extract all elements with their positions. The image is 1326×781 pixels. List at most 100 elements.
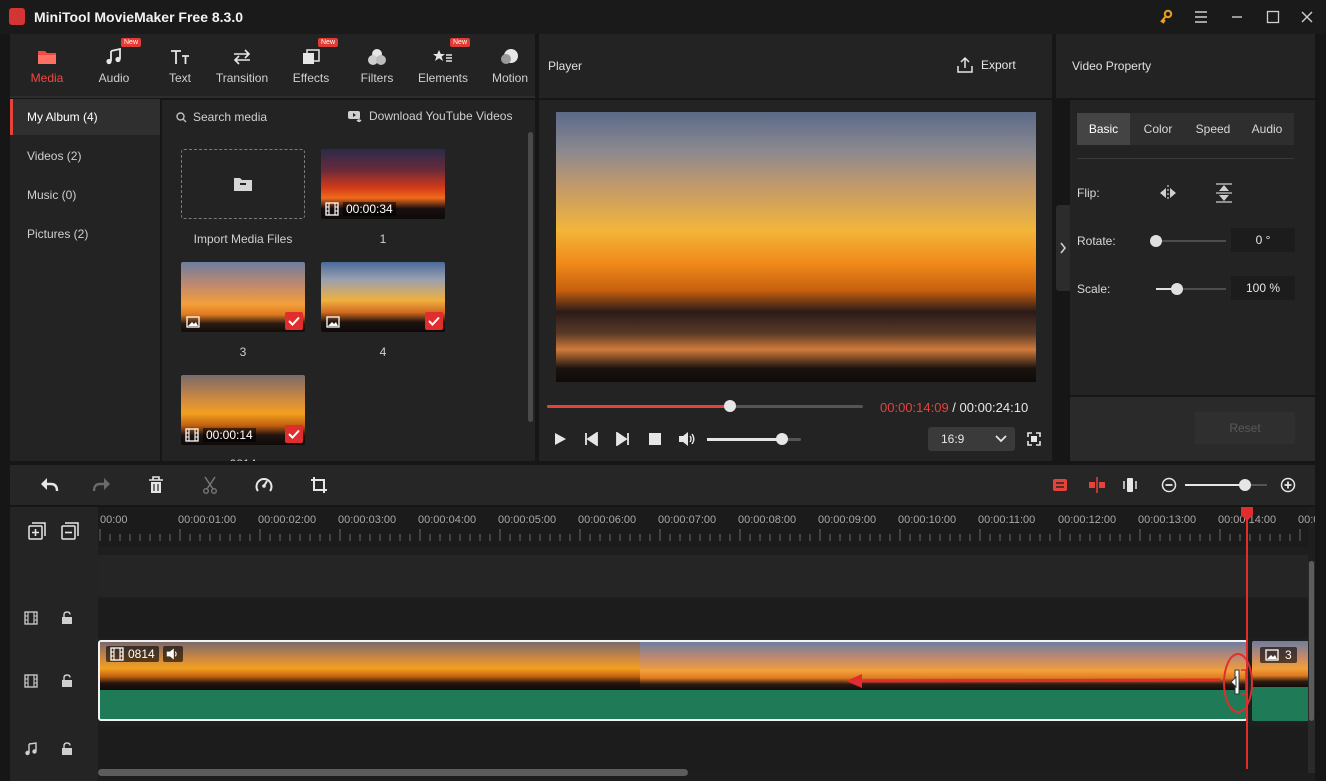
import-media-button[interactable] bbox=[181, 149, 305, 219]
search-media[interactable]: Search media bbox=[176, 110, 267, 124]
minimize-icon[interactable] bbox=[1225, 6, 1249, 28]
stop-button[interactable] bbox=[649, 433, 661, 445]
flip-vertical-button[interactable] bbox=[1212, 182, 1236, 204]
redo-button[interactable] bbox=[92, 476, 112, 494]
progress-track[interactable] bbox=[547, 400, 863, 412]
property-footer: Reset bbox=[1070, 397, 1315, 461]
player-header: Player Export bbox=[539, 34, 1052, 98]
reset-button[interactable]: Reset bbox=[1195, 412, 1295, 444]
duration-badge: 00:00:14 bbox=[185, 428, 256, 442]
scale-value[interactable]: 100 % bbox=[1231, 276, 1295, 300]
media-item-4[interactable] bbox=[321, 262, 445, 332]
ruler-label: 00:00:08:00 bbox=[738, 514, 797, 526]
sidebar-item-videos[interactable]: Videos (2) bbox=[10, 138, 160, 174]
ruler-label: 00:00:02:00 bbox=[258, 514, 317, 526]
media-item-label: 3 bbox=[239, 345, 247, 359]
export-button[interactable]: Export bbox=[957, 56, 1016, 73]
tab-motion-label: Motion bbox=[491, 71, 529, 85]
image-clip-3[interactable]: 3 bbox=[1252, 641, 1312, 721]
rotate-value[interactable]: 0 ° bbox=[1231, 228, 1295, 252]
tab-speed[interactable]: Speed bbox=[1186, 113, 1240, 145]
sidebar-item-label: My Album (4) bbox=[27, 110, 98, 124]
play-button[interactable] bbox=[553, 432, 567, 446]
zoom-slider[interactable] bbox=[1185, 479, 1267, 491]
crop-button[interactable] bbox=[310, 476, 328, 494]
sidebar-item-pictures[interactable]: Pictures (2) bbox=[10, 216, 160, 252]
download-youtube-button[interactable]: Download YouTube Videos bbox=[348, 109, 512, 123]
split-marker-button[interactable] bbox=[1088, 476, 1106, 494]
tab-media[interactable]: Media bbox=[14, 34, 80, 98]
media-scrollbar[interactable] bbox=[528, 132, 533, 422]
previous-frame-button[interactable] bbox=[584, 432, 598, 446]
maximize-icon[interactable] bbox=[1261, 6, 1285, 28]
fit-timeline-button[interactable] bbox=[1122, 476, 1138, 494]
time-ruler[interactable]: 00:00 00:00:01:00 00:00:02:00 00:00:03:00 00… bbox=[98, 507, 1315, 547]
scale-slider[interactable] bbox=[1156, 283, 1226, 295]
media-item-0814[interactable]: 00:00:14 bbox=[181, 375, 305, 445]
scale-handle[interactable] bbox=[1171, 283, 1183, 295]
volume-handle[interactable] bbox=[776, 433, 789, 445]
media-item-3[interactable] bbox=[181, 262, 305, 332]
tab-transition[interactable]: Transition bbox=[209, 34, 275, 98]
clip-audio-badge[interactable] bbox=[162, 646, 183, 662]
tab-audio[interactable]: New Audio bbox=[81, 34, 147, 98]
drag-arrow-annotation bbox=[846, 674, 1221, 688]
tab-elements[interactable]: New Elements bbox=[410, 34, 476, 98]
tab-filters[interactable]: Filters bbox=[344, 34, 410, 98]
tab-effects[interactable]: New Effects bbox=[278, 34, 344, 98]
image-icon bbox=[1265, 649, 1279, 661]
progress-handle[interactable] bbox=[724, 400, 737, 412]
effects-icon bbox=[302, 47, 320, 67]
tab-audio-property[interactable]: Audio bbox=[1240, 113, 1294, 145]
undo-button[interactable] bbox=[39, 476, 59, 494]
aspect-ratio-value: 16:9 bbox=[941, 432, 965, 446]
snap-icon bbox=[1053, 479, 1067, 491]
property-tabs: Basic Color Speed Audio bbox=[1077, 113, 1294, 145]
sidebar-item-my-album[interactable]: My Album (4) bbox=[10, 99, 160, 135]
rotate-handle[interactable] bbox=[1150, 235, 1162, 247]
playhead[interactable] bbox=[1246, 507, 1248, 769]
zoom-out-button[interactable] bbox=[1161, 477, 1177, 493]
zoom-handle[interactable] bbox=[1238, 479, 1251, 491]
ruler-label: 00:00:15:00 bbox=[1298, 514, 1315, 526]
ruler-label: 00:00:05:00 bbox=[498, 514, 557, 526]
add-track-icon bbox=[28, 522, 46, 540]
duration-text: 00:00:14 bbox=[203, 428, 256, 442]
tab-text[interactable]: Text bbox=[147, 34, 213, 98]
added-check-icon bbox=[285, 312, 303, 330]
tab-color[interactable]: Color bbox=[1131, 113, 1185, 145]
horizontal-scrollbar[interactable] bbox=[98, 769, 688, 776]
search-media-label: Search media bbox=[193, 110, 268, 124]
track-lock-icon[interactable] bbox=[61, 674, 73, 688]
collapse-panel-handle[interactable] bbox=[1056, 205, 1070, 291]
remove-track-button[interactable] bbox=[61, 522, 79, 540]
menu-icon[interactable] bbox=[1189, 6, 1213, 28]
flip-horizontal-button[interactable] bbox=[1156, 182, 1180, 204]
media-item-1[interactable]: 00:00:34 bbox=[321, 149, 445, 219]
ruler-label: 00:00:12:00 bbox=[1058, 514, 1117, 526]
close-icon[interactable] bbox=[1295, 6, 1319, 28]
add-track-button[interactable] bbox=[28, 522, 46, 540]
snap-button[interactable] bbox=[1052, 476, 1068, 494]
track-lock-icon[interactable] bbox=[61, 742, 73, 756]
track-lock-icon[interactable] bbox=[61, 611, 73, 625]
added-check-icon bbox=[285, 425, 303, 443]
volume-slider[interactable] bbox=[707, 433, 801, 445]
aspect-ratio-select[interactable]: 16:9 bbox=[928, 427, 1015, 451]
volume-button[interactable] bbox=[678, 431, 696, 447]
ruler-label: 00:00:11:00 bbox=[978, 514, 1036, 526]
sidebar-item-music[interactable]: Music (0) bbox=[10, 177, 160, 213]
split-button[interactable] bbox=[202, 476, 218, 494]
zoom-in-button[interactable] bbox=[1280, 477, 1296, 493]
key-icon[interactable] bbox=[1154, 6, 1178, 28]
delete-button[interactable] bbox=[148, 476, 164, 494]
playhead-marker-icon[interactable] bbox=[1241, 507, 1253, 521]
fullscreen-button[interactable] bbox=[1027, 432, 1041, 446]
next-frame-button[interactable] bbox=[616, 432, 630, 446]
tab-motion[interactable]: Motion bbox=[477, 34, 543, 98]
vertical-scrollbar[interactable] bbox=[1309, 561, 1314, 721]
tab-basic[interactable]: Basic bbox=[1077, 113, 1130, 145]
rotate-slider[interactable] bbox=[1150, 235, 1226, 247]
play-icon bbox=[555, 433, 566, 445]
speed-button[interactable] bbox=[255, 476, 273, 494]
